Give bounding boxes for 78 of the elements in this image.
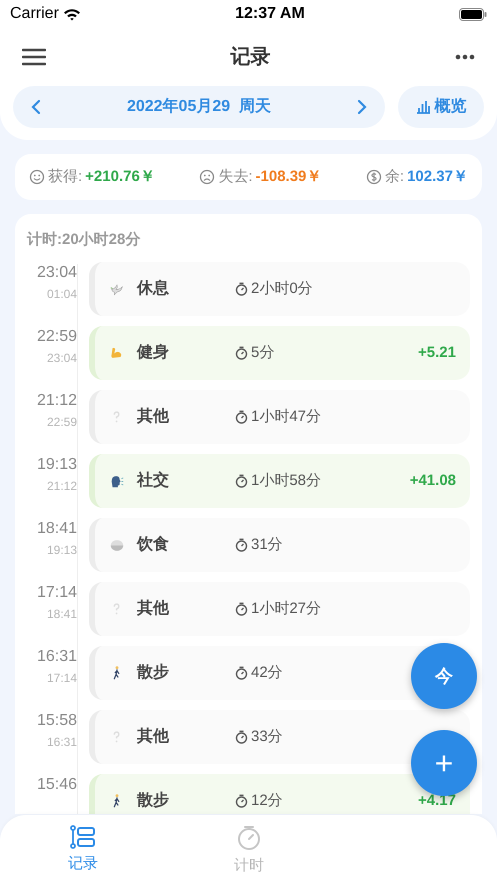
previous-icon[interactable] bbox=[31, 99, 41, 115]
end-time: 22:59 bbox=[46, 414, 77, 430]
duration-text: 33分 bbox=[251, 726, 283, 747]
next-icon[interactable] bbox=[356, 99, 367, 115]
activity-name: 其他 bbox=[137, 598, 170, 619]
duration-text: 12分 bbox=[251, 790, 283, 811]
bowl-icon bbox=[109, 537, 125, 553]
stopwatch-icon bbox=[235, 346, 248, 360]
duration-text: 5分 bbox=[251, 342, 274, 363]
dollar-icon bbox=[366, 169, 382, 185]
activity-name: 其他 bbox=[137, 406, 170, 427]
duration-text: 1小时47分 bbox=[251, 406, 322, 427]
activity-name: 其他 bbox=[137, 726, 170, 747]
stopwatch-icon bbox=[235, 410, 248, 424]
stopwatch-icon bbox=[235, 794, 248, 808]
summary-value: -108.39￥ bbox=[256, 166, 322, 187]
duration-text: 2小时0分 bbox=[251, 278, 313, 299]
duration-text: 1小时58分 bbox=[251, 470, 322, 491]
activity-name: 社交 bbox=[137, 470, 170, 491]
end-time: 18:41 bbox=[46, 606, 77, 622]
list-icon bbox=[70, 825, 96, 849]
summary-label: 余: bbox=[384, 166, 404, 187]
menu-icon[interactable] bbox=[22, 48, 46, 66]
duration-text: 1小时27分 bbox=[251, 598, 322, 619]
more-icon[interactable] bbox=[455, 54, 475, 60]
end-time: 23:04 bbox=[46, 350, 77, 366]
activity-name: 饮食 bbox=[137, 534, 170, 555]
record-card[interactable]: 其他 1小时47分 bbox=[89, 390, 470, 444]
smile-icon bbox=[29, 169, 45, 185]
total-time: 计时:20小时28分 bbox=[27, 231, 140, 248]
status-time: 12:37 AM bbox=[235, 4, 305, 24]
stopwatch-icon bbox=[235, 282, 248, 296]
start-time: 17:14 bbox=[36, 583, 77, 603]
stopwatch-icon bbox=[235, 538, 248, 552]
record-card[interactable]: 健身 5分 +5.21 bbox=[89, 326, 470, 380]
summary-label: 失去: bbox=[218, 166, 253, 187]
summary-label: 获得: bbox=[48, 166, 82, 187]
stopwatch-icon bbox=[237, 825, 261, 851]
record-card[interactable]: 休息 2小时0分 bbox=[89, 262, 470, 316]
start-time: 19:13 bbox=[36, 455, 77, 475]
wifi-icon bbox=[62, 8, 81, 20]
stopwatch-icon bbox=[235, 602, 248, 616]
amount-text: +41.08 bbox=[410, 470, 456, 491]
summary-value: +210.76￥ bbox=[85, 166, 155, 187]
stopwatch-icon bbox=[235, 666, 248, 680]
summary-value: 102.37￥ bbox=[407, 166, 468, 187]
activity-name: 散步 bbox=[137, 790, 170, 811]
start-time: 23:04 bbox=[36, 263, 77, 283]
end-time: 19:13 bbox=[46, 542, 77, 558]
speaking-head-icon bbox=[109, 473, 125, 489]
tab[interactable]: 记录 bbox=[0, 815, 166, 883]
duration-text: 42分 bbox=[251, 662, 283, 683]
start-time: 22:59 bbox=[36, 327, 77, 347]
record-card[interactable]: 饮食 31分 bbox=[89, 518, 470, 572]
end-time: 16:31 bbox=[46, 734, 77, 750]
record-card[interactable]: 散步 12分 +4.17 bbox=[89, 774, 470, 814]
bar-chart-icon bbox=[416, 100, 430, 114]
stopwatch-icon bbox=[235, 730, 248, 744]
battery-icon bbox=[458, 8, 487, 20]
activity-name: 健身 bbox=[137, 342, 170, 363]
frown-icon bbox=[199, 169, 216, 185]
carrier-text: Carrier bbox=[10, 4, 59, 24]
page-title: 记录 bbox=[230, 45, 270, 70]
start-time: 16:31 bbox=[36, 647, 77, 667]
amount-text: +5.21 bbox=[418, 342, 456, 363]
start-time: 21:12 bbox=[36, 391, 77, 411]
stopwatch-icon bbox=[235, 474, 248, 488]
end-time: 21:12 bbox=[46, 478, 77, 494]
end-time: 01:04 bbox=[46, 286, 77, 302]
start-time: 15:46 bbox=[36, 775, 77, 795]
activity-name: 散步 bbox=[137, 662, 170, 683]
duration-text: 31分 bbox=[251, 534, 283, 555]
start-time: 15:58 bbox=[36, 711, 77, 731]
start-time: 18:41 bbox=[36, 519, 77, 539]
record-card[interactable]: 社交 1小时58分 +41.08 bbox=[89, 454, 470, 508]
record-card[interactable]: 其他 1小时27分 bbox=[89, 582, 470, 636]
activity-name: 休息 bbox=[137, 278, 170, 299]
end-time: 17:14 bbox=[46, 670, 77, 686]
